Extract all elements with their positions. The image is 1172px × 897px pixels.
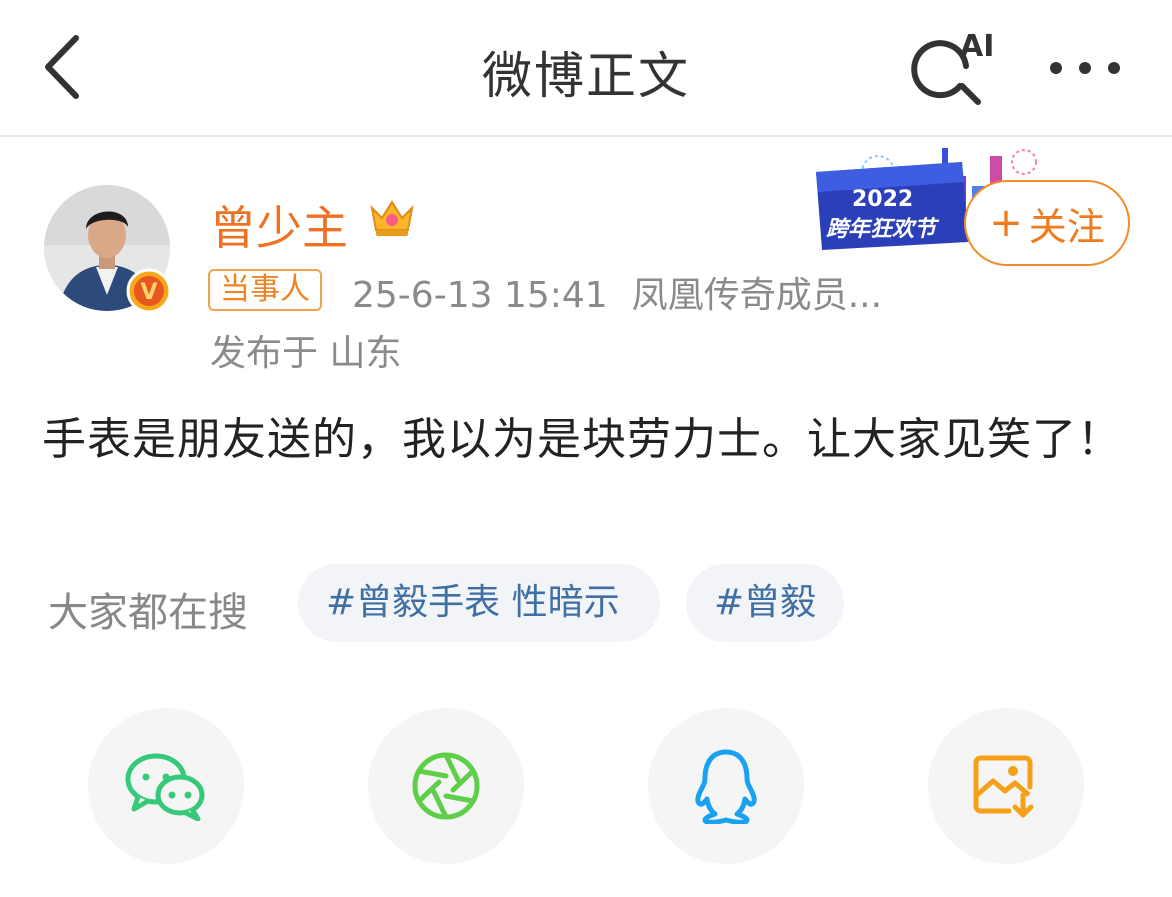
post-location: 发布于 山东 (210, 333, 402, 374)
trending-label: 大家都在搜 (48, 590, 248, 636)
more-dots-icon (1050, 62, 1120, 74)
moments-icon (412, 752, 480, 820)
share-moments-button[interactable] (368, 708, 524, 864)
trending-tag[interactable]: #曾毅手表 性暗示 (298, 564, 660, 642)
more-options-button[interactable] (1040, 40, 1130, 96)
post-content: 手表是朋友送的，我以为是块劳力士。让大家见笑了！ (42, 414, 1122, 465)
plus-icon: + (989, 200, 1023, 246)
weibo-detail-page: 微博正文 AI V 曾少主 7 2022 跨年狂欢节 + 关注 当事人 25-6… (0, 0, 1172, 897)
post-meta: 25-6-13 15:41 凤凰传奇成员... (352, 266, 906, 318)
banner-year: 2022 (852, 187, 913, 212)
author-group[interactable]: 凤凰传奇成员... (632, 275, 882, 316)
verify-letter: V (140, 280, 157, 305)
share-wechat-button[interactable] (88, 708, 244, 864)
wechat-icon (125, 753, 205, 821)
author-name[interactable]: 曾少主 (210, 192, 348, 258)
banner-text: 跨年狂欢节 (826, 216, 940, 242)
share-qq-button[interactable] (648, 708, 804, 864)
ai-search-button[interactable]: AI (910, 26, 1000, 112)
role-tag: 当事人 (208, 269, 322, 311)
qq-icon (695, 749, 757, 824)
ai-search-icon: AI (911, 29, 994, 105)
save-image-icon (973, 755, 1034, 818)
follow-button[interactable]: + 关注 (964, 180, 1130, 266)
save-image-button[interactable] (928, 708, 1084, 864)
ai-label: AI (960, 29, 994, 64)
top-nav-bar: 微博正文 AI (0, 0, 1172, 137)
crown-icon: 7 (366, 194, 418, 240)
svg-text:7: 7 (408, 225, 416, 239)
verified-badge-icon: V (126, 268, 172, 314)
follow-label: 关注 (1028, 204, 1105, 249)
post-datetime: 25-6-13 15:41 (352, 275, 608, 316)
trending-tag[interactable]: #曾毅 (686, 564, 844, 642)
